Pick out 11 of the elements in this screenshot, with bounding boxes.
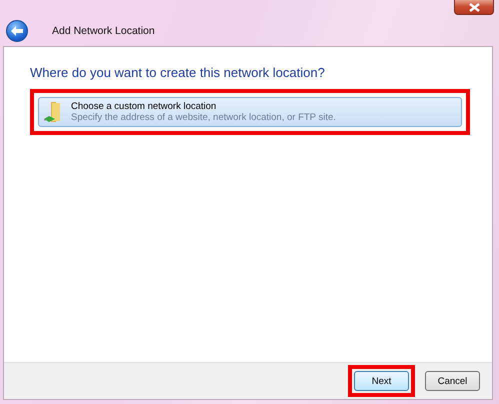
option-description: Specify the address of a website, network location, or FTP site.: [71, 112, 336, 123]
back-arrow-icon: [10, 25, 24, 37]
close-icon: [468, 2, 480, 12]
dialog-button[interactable]: Cancel: [425, 371, 480, 391]
back-button[interactable]: [6, 20, 28, 42]
close-button[interactable]: [454, 0, 494, 15]
option-item[interactable]: Choose a custom network location Specify the address of a website, network location, or FTP site.: [38, 97, 462, 127]
window-title: Add Network Location: [52, 25, 155, 37]
option-title: Choose a custom network location: [71, 101, 218, 112]
page-heading: Where do you want to create this network location?: [30, 65, 326, 80]
dialog-button[interactable]: Next: [354, 371, 409, 391]
